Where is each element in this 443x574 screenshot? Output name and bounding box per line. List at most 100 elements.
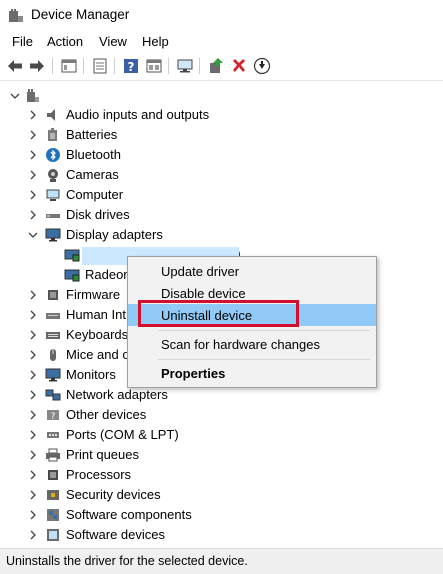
security-icon <box>47 490 59 500</box>
menu-update-driver[interactable]: Update driver <box>128 260 376 282</box>
toolbar-separator <box>199 58 200 74</box>
download-circle-icon[interactable] <box>253 57 271 75</box>
disk-icon <box>46 214 60 218</box>
gpu-icon <box>64 269 80 282</box>
menu-scan-hardware[interactable]: Scan for hardware changes <box>128 333 376 355</box>
menu-help[interactable]: Help <box>142 34 169 49</box>
network-icon <box>45 389 61 401</box>
callout-highlight-box <box>138 300 299 327</box>
chevron-right-icon[interactable] <box>28 450 38 460</box>
tree-category-row[interactable]: Cameras <box>0 165 443 185</box>
gpu-icon <box>64 249 80 262</box>
tree-category-row[interactable]: Audio inputs and outputs <box>0 105 443 125</box>
software-device-icon <box>47 529 59 541</box>
tree-category-label: Monitors <box>66 367 116 382</box>
tree-category-label: Batteries <box>66 127 118 142</box>
view-icon[interactable] <box>145 57 163 75</box>
chevron-down-icon[interactable] <box>28 230 38 240</box>
printer-icon <box>46 448 60 462</box>
tree-category-row[interactable]: Computer <box>0 185 443 205</box>
menu-disable-device-label: Disable device <box>161 286 246 301</box>
toolbar-separator <box>114 58 115 74</box>
title-bar: Device Manager <box>0 0 443 32</box>
tree-category-row[interactable]: Security devices <box>0 485 443 505</box>
menu-separator <box>158 359 370 360</box>
tree-category-label: Bluetooth <box>66 147 121 162</box>
monitor-icon <box>45 228 61 242</box>
speaker-icon <box>47 109 55 121</box>
chevron-right-icon[interactable] <box>28 370 38 380</box>
device-manager-icon <box>9 9 23 22</box>
help-icon[interactable]: ? <box>122 57 140 75</box>
chevron-down-icon[interactable] <box>10 91 20 101</box>
tree-root[interactable] <box>0 86 443 106</box>
status-text: Uninstalls the driver for the selected d… <box>6 554 248 568</box>
tree-category-row[interactable]: Ports (COM & LPT) <box>0 425 443 445</box>
menu-properties-label: Properties <box>161 366 226 381</box>
tree-category-row[interactable]: Software components <box>0 505 443 525</box>
chevron-right-icon[interactable] <box>28 410 38 420</box>
menu-bar: File Action View Help <box>0 32 443 52</box>
chevron-right-icon[interactable] <box>28 110 38 120</box>
tree-category-row[interactable]: ? Other devices <box>0 405 443 425</box>
chevron-right-icon[interactable] <box>28 470 38 480</box>
toolbar-separator <box>83 58 84 74</box>
list-icon[interactable] <box>91 57 109 75</box>
tree-category-label: Keyboards <box>66 327 129 342</box>
chevron-right-icon[interactable] <box>28 210 38 220</box>
back-arrow-icon[interactable] <box>6 57 24 75</box>
chevron-right-icon[interactable] <box>28 350 38 360</box>
scan-monitor-icon[interactable] <box>176 57 194 75</box>
software-component-icon <box>47 509 59 521</box>
menu-file[interactable]: File <box>12 34 33 49</box>
battery-icon <box>48 128 57 141</box>
update-driver-icon[interactable] <box>207 57 225 75</box>
chevron-right-icon[interactable] <box>28 290 38 300</box>
svg-text:?: ? <box>51 412 56 422</box>
toolbar-separator <box>52 58 53 74</box>
tree-category-row[interactable]: Bluetooth <box>0 145 443 165</box>
tree-category-row[interactable]: Disk drives <box>0 205 443 225</box>
menu-view[interactable]: View <box>99 34 127 49</box>
monitor-icon <box>45 368 61 382</box>
tree-category-label: Software components <box>66 507 192 522</box>
toolbar-separator <box>168 58 169 74</box>
chevron-right-icon[interactable] <box>28 330 38 340</box>
svg-text:?: ? <box>128 60 135 74</box>
chevron-right-icon[interactable] <box>28 390 38 400</box>
menu-scan-hardware-label: Scan for hardware changes <box>161 337 320 352</box>
tree-category-row[interactable]: Print queues <box>0 445 443 465</box>
chevron-right-icon[interactable] <box>28 150 38 160</box>
tree-category-row[interactable]: Software devices <box>0 525 443 545</box>
tree-category-row[interactable]: Network adapters <box>0 385 443 405</box>
uninstall-x-icon[interactable] <box>230 57 248 75</box>
keyboard-icon <box>46 332 60 339</box>
chevron-right-icon[interactable] <box>28 130 38 140</box>
chevron-right-icon[interactable] <box>28 170 38 180</box>
chevron-right-icon[interactable] <box>28 530 38 540</box>
chevron-right-icon[interactable] <box>28 510 38 520</box>
tree-category-label: Mice and o <box>66 347 130 362</box>
forward-arrow-icon[interactable] <box>28 57 46 75</box>
chevron-right-icon[interactable] <box>28 430 38 440</box>
tree-category-label: Print queues <box>66 447 139 462</box>
tree-category-label: Security devices <box>66 487 161 502</box>
tree-category-row[interactable]: Display adapters <box>0 225 443 245</box>
menu-action[interactable]: Action <box>47 34 83 49</box>
chip-icon <box>48 290 58 300</box>
properties-icon[interactable] <box>60 57 78 75</box>
tree-category-label: Computer <box>66 187 124 202</box>
port-icon <box>47 432 59 438</box>
computer-root-icon <box>27 89 39 102</box>
menu-properties[interactable]: Properties <box>128 362 376 384</box>
chevron-right-icon[interactable] <box>28 490 38 500</box>
tree-category-label: Processors <box>66 467 132 482</box>
chevron-right-icon[interactable] <box>28 190 38 200</box>
computer-icon <box>46 189 60 201</box>
tree-category-row[interactable]: Batteries <box>0 125 443 145</box>
tree-category-label: Display adapters <box>66 227 163 242</box>
tree-category-row[interactable]: Processors <box>0 465 443 485</box>
camera-icon <box>48 169 58 182</box>
chevron-right-icon[interactable] <box>28 310 38 320</box>
bluetooth-icon <box>46 148 60 162</box>
